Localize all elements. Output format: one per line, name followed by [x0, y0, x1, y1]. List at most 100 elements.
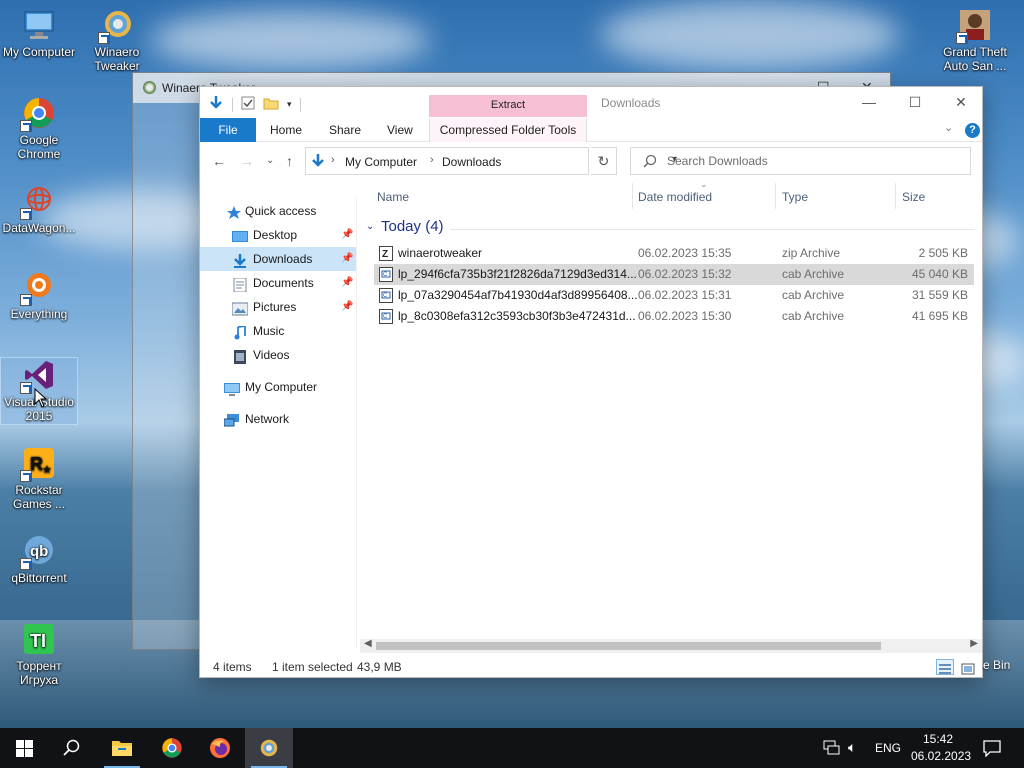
scroll-right-icon[interactable]: ▶	[970, 638, 978, 649]
notifications-icon[interactable]	[983, 739, 1001, 760]
clock-date[interactable]: 06.02.2023	[911, 749, 971, 763]
tab-share[interactable]: Share	[329, 118, 361, 142]
nav-item-pictures[interactable]: Pictures 📌	[200, 295, 356, 319]
desktop-icon-winaero-tweaker[interactable]: Winaero Tweaker	[79, 8, 155, 73]
start-button[interactable]	[0, 728, 48, 768]
desktop-icon-qbittorrent[interactable]: qb qBittorrent	[1, 534, 77, 585]
large-icons-view-icon[interactable]	[959, 659, 977, 675]
close-button[interactable]: ✕	[938, 87, 984, 117]
explorer-titlebar[interactable]: ▾ Extract Downloads — ☐ ✕	[200, 87, 982, 117]
properties-icon[interactable]	[241, 96, 255, 113]
horizontal-scrollbar[interactable]: ◀ ▶	[360, 638, 982, 653]
desktop-icon-google-chrome[interactable]: Google Chrome	[1, 96, 77, 161]
search-input[interactable]	[667, 152, 957, 170]
nav-item-music[interactable]: Music	[200, 319, 356, 343]
file-date: 06.02.2023 15:31	[638, 288, 732, 302]
file-type: cab Archive	[782, 288, 845, 302]
search-box[interactable]	[630, 147, 971, 175]
star-icon	[226, 204, 242, 219]
cab-archive-icon: C	[379, 309, 393, 324]
desktop-icon-everything[interactable]: Everything	[1, 270, 77, 321]
desktop-icon-label: Grand Theft Auto San ...	[943, 45, 1007, 73]
nav-item-documents[interactable]: Documents 📌	[200, 271, 356, 295]
column-header-name[interactable]: Name	[377, 187, 409, 207]
desktop-icon-my-computer[interactable]: My Computer	[1, 8, 77, 59]
start-icon	[16, 740, 33, 757]
pin-icon[interactable]: 📌	[341, 247, 353, 271]
nav-item-videos[interactable]: Videos	[200, 343, 356, 367]
file-size: 2 505 KB	[918, 246, 968, 260]
taskbar-search-button[interactable]	[48, 728, 96, 768]
tab-home[interactable]: Home	[270, 118, 302, 142]
file-explorer-window[interactable]: ▾ Extract Downloads — ☐ ✕ File Home Shar…	[199, 86, 983, 678]
file-row[interactable]: C lp_07a3290454af7b41930d4af3d89956408..…	[374, 285, 974, 306]
file-row[interactable]: C lp_8c0308efa312c3593cb30f3b3e472431d..…	[374, 306, 974, 327]
language-indicator[interactable]: ENG	[875, 741, 901, 755]
column-header-type[interactable]: Type	[782, 187, 808, 207]
desktop-icon-datawagon[interactable]: DataWagon...	[1, 184, 77, 235]
clock-time[interactable]: 15:42	[923, 732, 953, 746]
customize-toolbar-icon[interactable]: ▾	[287, 99, 292, 110]
minimize-button[interactable]: —	[846, 87, 892, 117]
refresh-button[interactable]: ↻	[591, 147, 617, 175]
recent-locations-icon[interactable]: ⌄	[266, 155, 274, 166]
desktop-icon-gta[interactable]: Grand Theft Auto San ...	[937, 8, 1013, 73]
address-row: ← → ⌄ ↑ › My Computer › Downloads ▾ ↻	[200, 147, 982, 177]
videos-folder-icon	[232, 348, 248, 364]
expand-ribbon-icon[interactable]: ⌄	[944, 121, 953, 134]
nav-item-quick-access[interactable]: Quick access	[200, 199, 356, 223]
tab-view[interactable]: View	[387, 118, 413, 142]
desktop-icon-label: My Computer	[2, 45, 76, 59]
forward-arrow-icon[interactable]: →	[240, 153, 254, 169]
gta-icon	[956, 8, 992, 44]
cab-archive-icon: C	[379, 288, 393, 303]
pictures-folder-icon	[231, 300, 249, 316]
tab-compressed-folder-tools[interactable]: Compressed Folder Tools	[429, 118, 587, 142]
new-folder-icon[interactable]	[263, 96, 279, 113]
shortcut-arrow-icon	[20, 294, 32, 306]
file-date: 06.02.2023 15:30	[638, 309, 732, 323]
column-header-size[interactable]: Size	[902, 187, 925, 207]
column-header-date[interactable]: Date modified	[638, 187, 712, 207]
pin-icon[interactable]: 📌	[341, 223, 353, 247]
nav-item-my-computer[interactable]: My Computer	[200, 375, 356, 399]
scrollbar-thumb[interactable]	[376, 642, 881, 650]
chrome-icon	[162, 738, 182, 758]
taskbar-firefox[interactable]	[196, 728, 244, 768]
group-header-today[interactable]: Today (4)	[381, 218, 444, 235]
nav-item-downloads[interactable]: Downloads 📌	[200, 247, 356, 271]
desktop-icon-label: Google Chrome	[17, 133, 61, 161]
breadcrumb-my-computer[interactable]: My Computer	[345, 155, 417, 169]
svg-text:Z: Z	[382, 249, 388, 260]
taskbar-winaero-tweaker[interactable]	[245, 728, 293, 768]
chevron-right-icon: ›	[430, 154, 434, 166]
taskbar-chrome[interactable]	[148, 728, 196, 768]
status-bar: 4 items 1 item selected 43,9 MB	[200, 655, 982, 679]
extract-context-tab[interactable]: Extract	[429, 95, 587, 117]
up-arrow-icon[interactable]: ↑	[286, 153, 293, 169]
desktop-icon-torrent-igruha[interactable]: TI Торрент Игруха	[1, 622, 77, 687]
taskbar-file-explorer[interactable]	[98, 728, 146, 768]
tab-file[interactable]: File	[200, 118, 256, 142]
volume-icon[interactable]: 🔈︎	[848, 739, 856, 756]
maximize-button[interactable]: ☐	[892, 87, 938, 117]
details-view-icon[interactable]	[936, 659, 954, 675]
back-arrow-icon[interactable]: ←	[212, 153, 226, 169]
help-icon[interactable]: ?	[965, 123, 980, 138]
breadcrumb-downloads[interactable]: Downloads	[442, 155, 501, 169]
computer-icon	[22, 8, 56, 42]
file-row[interactable]: Z winaerotweaker 06.02.2023 15:35 zip Ar…	[374, 243, 974, 264]
desktop-folder-icon	[232, 228, 248, 242]
network-status-icon[interactable]	[823, 740, 841, 759]
recycle-bin-label: e Bin	[983, 658, 1011, 672]
file-row[interactable]: C lp_294f6cfa735b3f21f2826da7129d3ed314.…	[374, 264, 974, 285]
nav-item-desktop[interactable]: Desktop 📌	[200, 223, 356, 247]
pin-icon[interactable]: 📌	[341, 271, 353, 295]
desktop-icon-rockstar[interactable]: R ★ Rockstar Games ...	[1, 446, 77, 511]
pin-icon[interactable]: 📌	[341, 295, 353, 319]
scroll-left-icon[interactable]: ◀	[364, 638, 372, 649]
nav-item-network[interactable]: Network	[200, 407, 356, 431]
downloads-arrow-icon	[310, 153, 326, 172]
address-bar[interactable]: › My Computer › Downloads ▾	[305, 147, 677, 175]
collapse-group-icon[interactable]: ⌄	[366, 221, 374, 232]
